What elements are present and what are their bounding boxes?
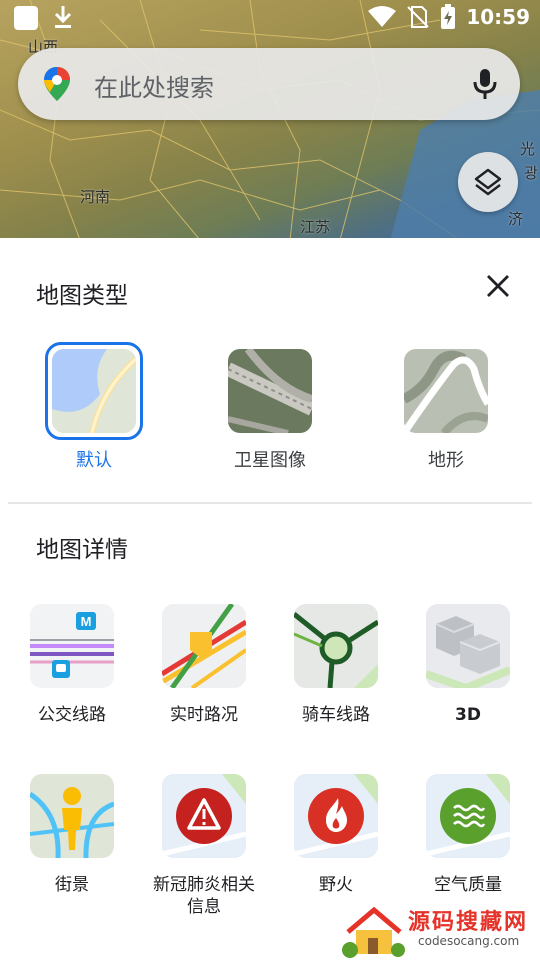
- detail-bicycling-label: 骑车线路: [302, 705, 370, 725]
- google-maps-pin-icon: [44, 67, 70, 101]
- detail-covid[interactable]: 新冠肺炎相关 信息: [144, 774, 264, 918]
- status-bar: 10:59: [0, 0, 540, 36]
- bicycling-thumbnail: [294, 604, 378, 688]
- clock: 10:59: [466, 5, 530, 29]
- detail-wildfire[interactable]: 野火: [276, 774, 396, 896]
- detail-air-quality[interactable]: 空气质量: [408, 774, 528, 896]
- svg-text:M: M: [81, 614, 92, 629]
- notification-app-icon: [14, 6, 38, 30]
- detail-wildfire-label: 野火: [319, 875, 353, 895]
- detail-3d-label: 3D: [455, 705, 481, 725]
- map-type-title: 地图类型: [36, 283, 128, 309]
- detail-air-quality-label: 空气质量: [434, 875, 502, 895]
- map-type-default[interactable]: 默认: [34, 342, 154, 472]
- wifi-icon: [368, 6, 397, 27]
- section-divider: [8, 502, 532, 504]
- covid-thumbnail: [162, 774, 246, 858]
- detail-traffic-label: 实时路况: [170, 705, 238, 725]
- map-type-terrain[interactable]: 地形: [386, 342, 506, 472]
- 3d-thumbnail: [426, 604, 510, 688]
- layers-button[interactable]: [458, 152, 518, 212]
- watermark-title: 源码搜藏网: [408, 910, 529, 935]
- download-icon: [54, 6, 72, 28]
- map-label-guang: 光: [520, 140, 536, 158]
- detail-traffic[interactable]: 实时路况: [144, 604, 264, 726]
- battery-charging-icon: [441, 4, 456, 29]
- map-type-satellite-label: 卫星图像: [234, 450, 306, 471]
- search-input[interactable]: 在此处搜索: [94, 68, 214, 103]
- traffic-thumbnail: [162, 604, 246, 688]
- map-label-ji: 济: [508, 210, 524, 228]
- layers-icon: [474, 168, 502, 196]
- map-label-henan: 河南: [80, 188, 111, 206]
- house-logo-icon: [342, 906, 405, 958]
- detail-bicycling[interactable]: 骑车线路: [276, 604, 396, 726]
- watermark-url: codesocang.com: [418, 934, 520, 948]
- map-details-title: 地图详情: [36, 537, 128, 563]
- street-view-thumbnail: [30, 774, 114, 858]
- default-map-thumbnail: [52, 349, 136, 433]
- map-type-default-label: 默认: [76, 450, 112, 471]
- detail-covid-label: 新冠肺炎相关 信息: [153, 875, 255, 917]
- map-view[interactable]: 山西 河南 江苏 光 광 济: [0, 0, 540, 240]
- detail-street-view[interactable]: 街景: [12, 774, 132, 896]
- microphone-icon[interactable]: [472, 68, 498, 100]
- map-type-terrain-label: 地形: [428, 450, 464, 471]
- detail-transit-label: 公交线路: [38, 705, 106, 725]
- map-label-gwang: 광: [524, 164, 538, 182]
- map-options-sheet: 地图类型 默认 卫星图像 地形 地图详情 M 公交线路 实时路况 骑车线路 3D…: [0, 238, 540, 960]
- detail-street-view-label: 街景: [55, 875, 89, 895]
- watermark: 源码搜藏网 codesocang.com: [340, 900, 540, 960]
- search-bar[interactable]: 在此处搜索: [18, 48, 520, 120]
- detail-3d[interactable]: 3D: [408, 604, 528, 726]
- satellite-map-thumbnail: [228, 349, 312, 433]
- map-type-satellite[interactable]: 卫星图像: [210, 342, 330, 472]
- close-icon[interactable]: [482, 270, 514, 302]
- map-label-jiangsu: 江苏: [300, 218, 331, 236]
- detail-transit[interactable]: M 公交线路: [12, 604, 132, 726]
- no-sim-icon: [407, 6, 430, 28]
- transit-thumbnail: M: [30, 604, 114, 688]
- air-quality-thumbnail: [426, 774, 510, 858]
- terrain-map-thumbnail: [404, 349, 488, 433]
- wildfire-thumbnail: [294, 774, 378, 858]
